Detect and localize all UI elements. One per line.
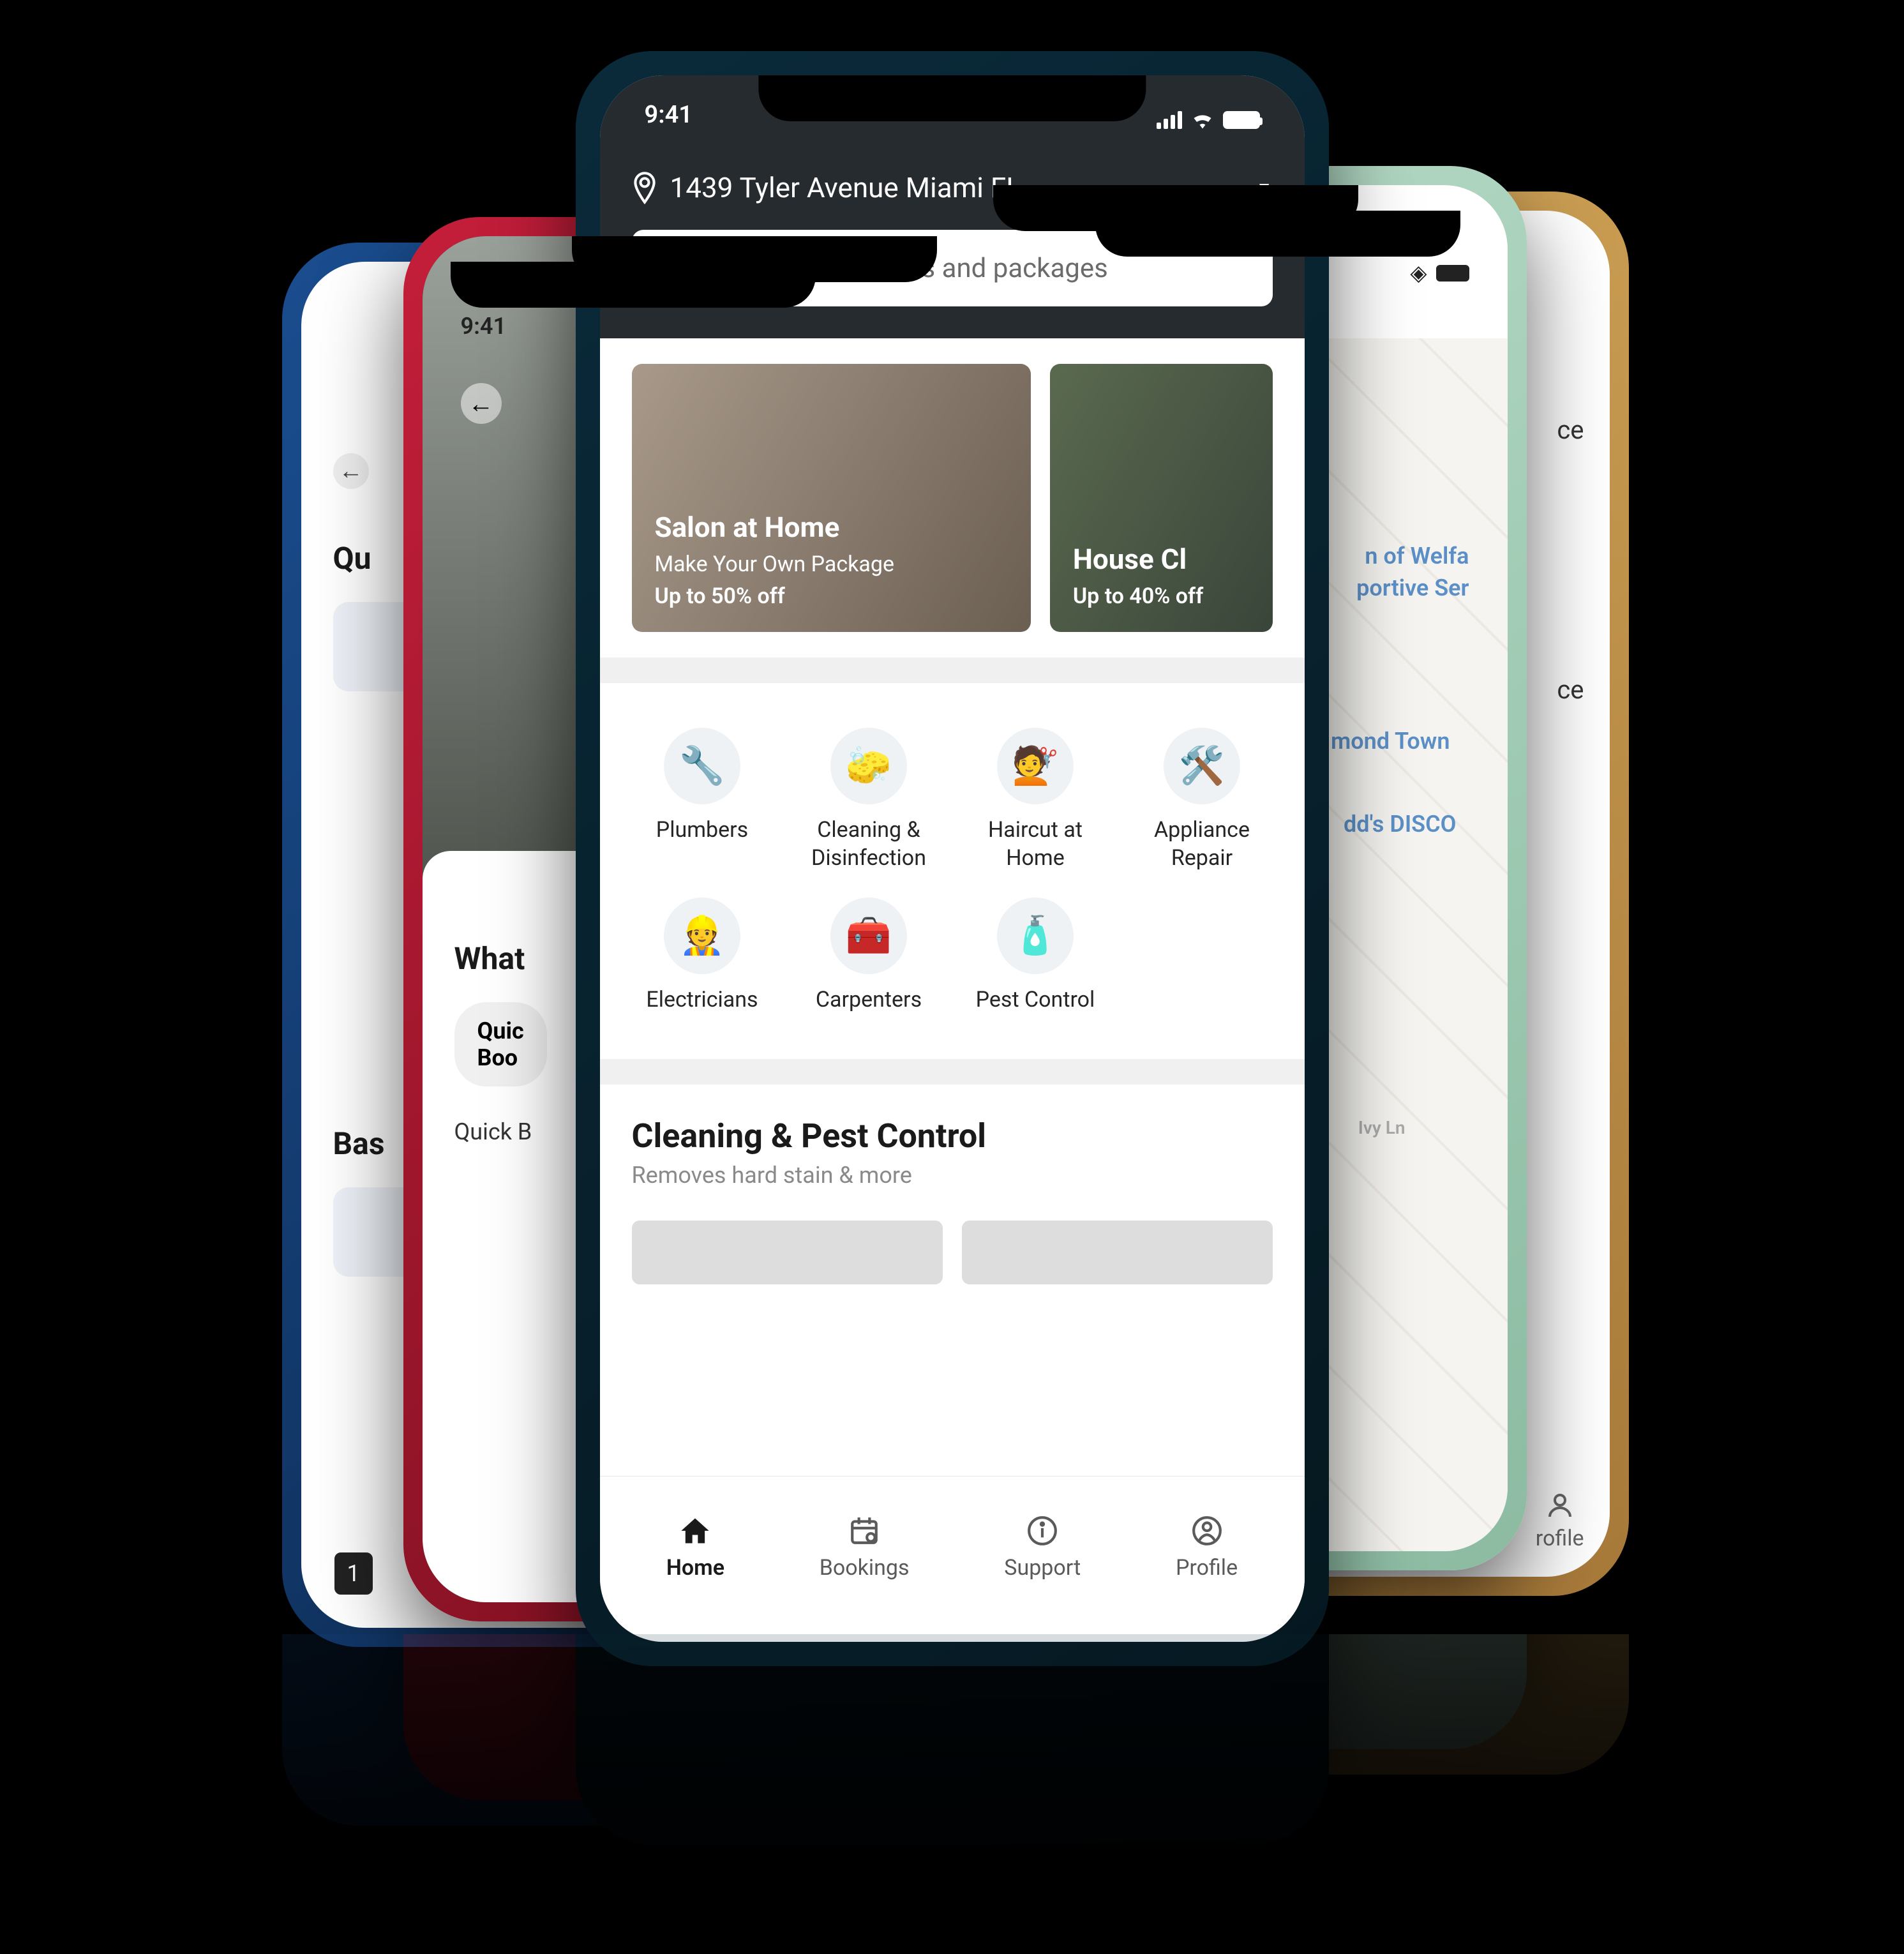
wifi-icon: ◈ (1410, 260, 1427, 286)
category-plumbers[interactable]: 🔧 Plumbers (619, 715, 786, 885)
category-electricians[interactable]: 👷 Electricians (619, 885, 786, 1026)
promo-carousel[interactable]: Salon at Home Make Your Own Package Up t… (600, 338, 1305, 658)
plumber-icon: 🔧 (664, 728, 740, 804)
section-subtitle: Removes hard stain & more (632, 1162, 1273, 1189)
profile-icon (1545, 1490, 1575, 1521)
back-icon[interactable]: ← (461, 383, 502, 424)
nav-home[interactable]: Home (666, 1513, 724, 1581)
service-card[interactable] (962, 1221, 1273, 1284)
battery-icon (1436, 265, 1469, 282)
category-appliance[interactable]: 🛠️ Appliance Repair (1119, 715, 1286, 885)
promo-subtitle: Make Your Own Package (655, 552, 1008, 577)
promo-title: House Cl (1073, 543, 1250, 576)
category-grid: 🔧 Plumbers 🧽 Cleaning & Disinfection 💇 H… (600, 683, 1305, 1059)
info-icon (1024, 1513, 1060, 1549)
status-time: 9:41 (645, 101, 693, 129)
promo-title: Salon at Home (655, 511, 1008, 544)
status-time: 9:41 (461, 313, 507, 340)
appliance-icon: 🛠️ (1164, 728, 1240, 804)
carpenter-icon: 🧰 (830, 898, 907, 974)
map-poi-label: dd's DISCO (1344, 811, 1457, 838)
nav-profile[interactable]: rofile (1536, 1490, 1584, 1551)
profile-icon (1189, 1513, 1225, 1549)
cleaning-icon: 🧽 (830, 728, 907, 804)
location-pin-icon (632, 171, 657, 204)
haircut-icon: 💇 (997, 728, 1074, 804)
category-pest-control[interactable]: 🧴 Pest Control (952, 885, 1119, 1026)
promo-card-salon[interactable]: Salon at Home Make Your Own Package Up t… (632, 364, 1031, 632)
promo-card-cleaning[interactable]: House Cl Up to 40% off (1050, 364, 1273, 632)
cart-count-badge[interactable]: 1 (333, 1551, 374, 1596)
category-cleaning[interactable]: 🧽 Cleaning & Disinfection (786, 715, 952, 885)
nav-profile[interactable]: Profile (1176, 1513, 1238, 1581)
home-icon (677, 1513, 713, 1549)
section-cards-peek[interactable] (632, 1221, 1273, 1284)
battery-icon (1223, 111, 1260, 129)
map-street-label: Ivy Ln (1358, 1117, 1406, 1138)
promo-offer: Up to 50% off (655, 583, 1008, 609)
signal-icon (1157, 111, 1182, 129)
current-address: 1439 Tyler Avenue Miami FL (670, 171, 1021, 204)
promo-offer: Up to 40% off (1073, 583, 1250, 609)
section-title: Cleaning & Pest Control (632, 1116, 1273, 1155)
category-carpenters[interactable]: 🧰 Carpenters (786, 885, 952, 1026)
reflection (250, 1634, 1654, 1953)
electrician-icon: 👷 (664, 898, 740, 974)
back-icon[interactable]: ← (333, 453, 369, 489)
pest-control-icon: 🧴 (997, 898, 1074, 974)
bottom-nav: Home Bookings Support (600, 1476, 1305, 1642)
map-poi-label: mond Town (1331, 728, 1450, 755)
map-poi-label: n of Welfa (1365, 543, 1469, 569)
home-content[interactable]: Salon at Home Make Your Own Package Up t… (600, 338, 1305, 1476)
category-haircut[interactable]: 💇 Haircut at Home (952, 715, 1119, 885)
calendar-icon (846, 1513, 882, 1549)
map-poi-label: portive Ser (1356, 575, 1469, 601)
service-card[interactable] (632, 1221, 943, 1284)
signal-icon (1376, 264, 1401, 282)
option-pill[interactable]: Quic Boo (454, 1002, 547, 1086)
wifi-icon (1191, 111, 1214, 129)
nav-support[interactable]: Support (1004, 1513, 1081, 1581)
section-header: Cleaning & Pest Control Removes hard sta… (600, 1085, 1305, 1201)
nav-bookings[interactable]: Bookings (820, 1513, 910, 1581)
